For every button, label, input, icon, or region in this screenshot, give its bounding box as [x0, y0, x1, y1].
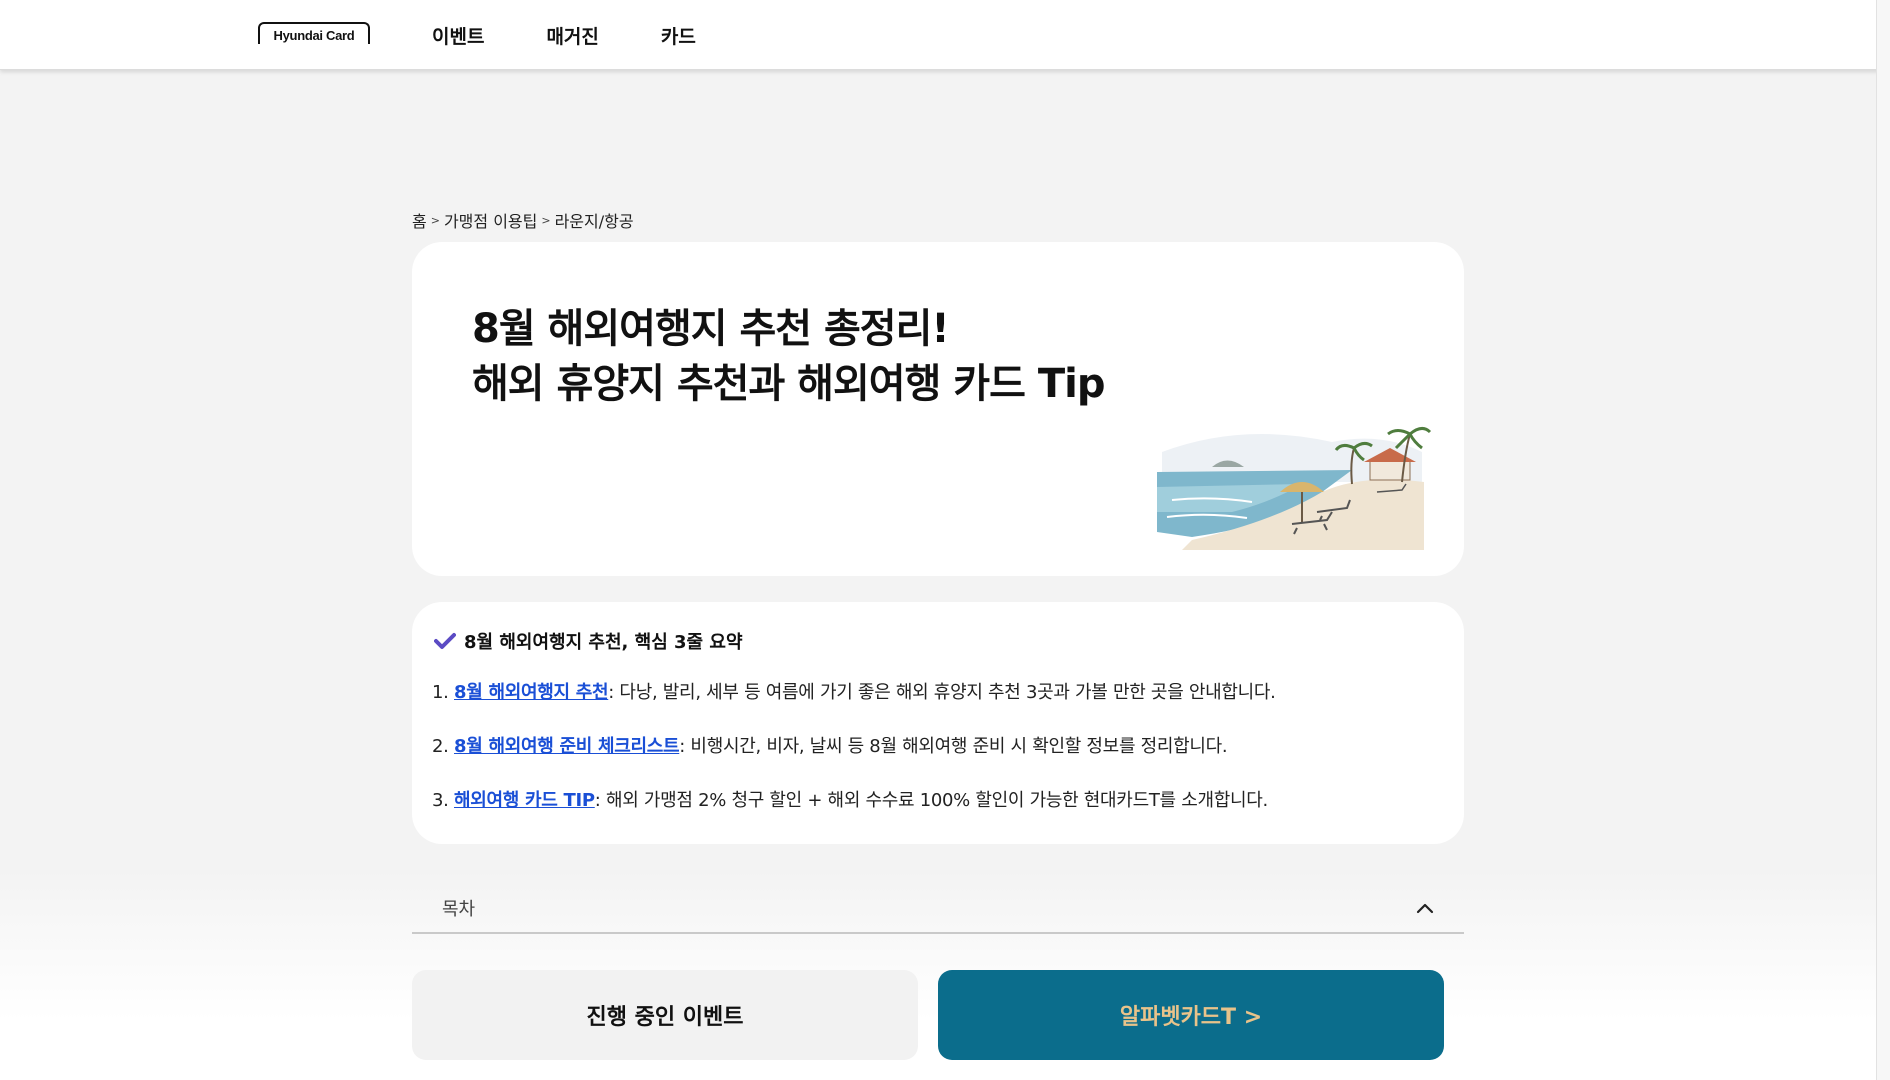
summary-card: 8월 해외여행지 추천, 핵심 3줄 요약 1. 8월 해외여행지 추천: 다낭…: [412, 602, 1464, 844]
summary-link-checklist[interactable]: 8월 해외여행 준비 체크리스트: [454, 736, 680, 757]
breadcrumb-lounge-airline[interactable]: 라운지/항공: [555, 208, 634, 232]
summary-link-destinations[interactable]: 8월 해외여행지 추천: [454, 682, 609, 703]
article-hero-card: 8월 해외여행지 추천 총정리! 해외 휴양지 추천과 해외여행 카드 Tip: [412, 242, 1464, 576]
page-scrollbar[interactable]: [1876, 0, 1890, 1080]
nav-item-magazine[interactable]: 매거진: [546, 22, 598, 49]
breadcrumb-home[interactable]: 홈: [412, 208, 427, 232]
summary-list: 1. 8월 해외여행지 추천: 다낭, 발리, 세부 등 여름에 가기 좋은 해…: [432, 678, 1276, 840]
breadcrumb-separator-icon: >: [541, 213, 551, 227]
summary-link-card-tip[interactable]: 해외여행 카드 TIP: [454, 790, 595, 811]
top-header: Hyundai Card 이벤트 매거진 카드: [0, 0, 1890, 70]
article-title: 8월 해외여행지 추천 총정리! 해외 휴양지 추천과 해외여행 카드 Tip: [472, 302, 1105, 412]
alphabet-card-t-button[interactable]: 알파벳카드T >: [938, 970, 1444, 1060]
article-title-line-2: 해외 휴양지 추천과 해외여행 카드 Tip: [472, 361, 1105, 407]
breadcrumb: 홈 > 가맹점 이용팁 > 라운지/항공: [412, 208, 634, 232]
breadcrumb-merchant-tips[interactable]: 가맹점 이용팁: [444, 208, 537, 232]
summary-item-number: 3.: [432, 790, 454, 811]
summary-item-number: 2.: [432, 736, 454, 757]
summary-heading-text: 8월 해외여행지 추천, 핵심 3줄 요약: [464, 632, 743, 653]
summary-item-number: 1.: [432, 682, 454, 703]
summary-item: 1. 8월 해외여행지 추천: 다낭, 발리, 세부 등 여름에 가기 좋은 해…: [432, 678, 1276, 732]
summary-item-text: : 다낭, 발리, 세부 등 여름에 가기 좋은 해외 휴양지 추천 3곳과 가…: [608, 682, 1276, 703]
ongoing-events-button[interactable]: 진행 중인 이벤트: [412, 970, 918, 1060]
beach-illustration: [1157, 427, 1432, 550]
nav-item-card[interactable]: 카드: [661, 22, 696, 49]
hyundai-card-logo[interactable]: Hyundai Card: [258, 22, 370, 44]
summary-item: 2. 8월 해외여행 준비 체크리스트: 비행시간, 비자, 날씨 등 8월 해…: [432, 732, 1276, 786]
toc-label: 목차: [442, 899, 476, 920]
summary-heading: 8월 해외여행지 추천, 핵심 3줄 요약: [434, 628, 743, 654]
table-of-contents-toggle[interactable]: 목차: [412, 884, 1464, 934]
check-icon: [434, 633, 456, 649]
breadcrumb-separator-icon: >: [430, 213, 440, 227]
summary-item-text: : 비행시간, 비자, 날씨 등 8월 해외여행 준비 시 확인할 정보를 정리…: [679, 736, 1228, 757]
article-title-line-1: 8월 해외여행지 추천 총정리!: [472, 306, 950, 352]
summary-item: 3. 해외여행 카드 TIP: 해외 가맹점 2% 청구 할인 + 해외 수수료…: [432, 786, 1276, 840]
summary-item-text: : 해외 가맹점 2% 청구 할인 + 해외 수수료 100% 할인이 가능한 …: [594, 790, 1268, 811]
main-nav: 이벤트 매거진 카드: [432, 0, 758, 70]
chevron-up-icon[interactable]: [1416, 902, 1434, 914]
nav-item-events[interactable]: 이벤트: [432, 22, 484, 49]
